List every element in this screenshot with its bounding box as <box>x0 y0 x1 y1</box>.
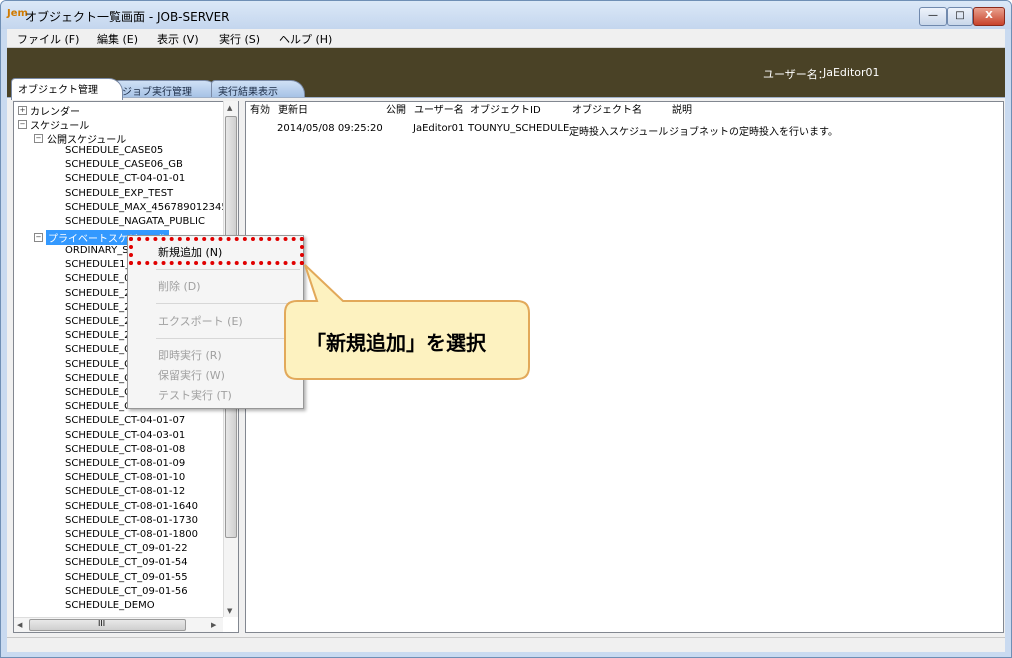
minimize-button[interactable]: — <box>919 7 947 26</box>
column-header-object-id[interactable]: オブジェクトID <box>466 102 569 119</box>
cell-object-name: 定時投入スケジュール <box>569 127 669 138</box>
tree-item-label: SCHEDULE_C <box>65 372 132 384</box>
tree-item-label: SCHEDULE_CASE05 <box>65 145 164 156</box>
tree-item-label: SCHEDULE_CT-08-01-1730 <box>65 514 198 526</box>
menu-separator <box>156 269 300 270</box>
column-header-enabled[interactable]: 有効 <box>246 102 275 119</box>
app-logo-icon: Jem <box>7 8 28 19</box>
tree-item-label: ORDINARY_S <box>65 245 129 256</box>
tree-item-label: SCHEDULE_2 <box>65 287 131 299</box>
tree-item-label: SCHEDULE_CASE06_GB <box>65 159 183 171</box>
expand-icon[interactable]: + <box>18 106 27 115</box>
user-name-label: ユーザー名： <box>763 68 829 81</box>
tree-item-label: SCHEDULE_CT-08-01-12 <box>65 486 186 498</box>
tree-item-label: SCHEDULE_C <box>65 387 132 398</box>
tree-horizontal-scroll-thumb[interactable]: III <box>29 619 186 631</box>
menu-item-test-run[interactable]: テスト実行 (T) <box>158 387 232 403</box>
tree-item-label: SCHEDULE_CT-08-01-08 <box>65 443 186 455</box>
menu-help[interactable]: ヘルプ (H) <box>279 31 332 47</box>
tree-item-label: SCHEDULE1_ <box>65 259 131 271</box>
menu-bar: ファイル (F) 編集 (E) 表示 (V) 実行 (S) ヘルプ (H) <box>7 29 1005 48</box>
column-header-updated[interactable]: 更新日 <box>274 102 383 119</box>
tree-item-label: SCHEDULE_0 <box>65 273 131 285</box>
callout-text: 「新規追加」を選択 <box>306 331 486 355</box>
tree-item-label: SCHEDULE_CT-08-01-1640 <box>65 500 198 512</box>
tab-object-management[interactable]: オブジェクト管理 <box>11 78 123 100</box>
tree-item-label: SCHEDULE_2 <box>65 316 131 327</box>
menu-separator <box>156 303 300 304</box>
tree-item-label: SCHEDULE_CT_09-01-56 <box>65 585 188 597</box>
tree-item-label: SCHEDULE_CT-08-01-1800 <box>65 529 198 540</box>
column-header-public[interactable]: 公開 <box>382 102 411 119</box>
tree-item-label: SCHEDULE_CT-04-03-01 <box>65 429 186 441</box>
app-window: Jem オブジェクト一覧画面 - JOB-SERVER — □ X ファイル (… <box>0 0 1012 658</box>
tree-item-label: SCHEDULE_NAGATA_PUBLIC <box>65 216 205 227</box>
tree-item-label: SCHEDULE_CT-04-01-01 <box>65 173 186 185</box>
tree-item-label: SCHEDULE_CT-08-01-09 <box>65 458 186 469</box>
cell-object-id: TOUNYU_SCHEDULE <box>468 123 570 134</box>
window-title: オブジェクト一覧画面 - JOB-SERVER <box>25 10 230 24</box>
menu-separator <box>156 338 300 339</box>
tree-item-label: SCHEDULE_C <box>65 344 132 356</box>
menu-item-hold-run[interactable]: 保留実行 (W) <box>158 367 225 383</box>
cell-description: ジョブネットの定時投入を行います。 <box>669 127 838 138</box>
maximize-button[interactable]: □ <box>947 7 973 26</box>
cell-updated: 2014/05/08 09:25:20 <box>277 123 383 134</box>
tree-item-label: SCHEDULE_EXP_TEST <box>65 187 174 199</box>
collapse-icon[interactable]: − <box>18 120 27 129</box>
status-bar <box>7 637 1005 652</box>
title-bar: Jem オブジェクト一覧画面 - JOB-SERVER — □ X <box>1 1 1011 29</box>
tree-item-label: SCHEDULE_CT_09-01-55 <box>65 571 188 583</box>
menu-run[interactable]: 実行 (S) <box>219 31 260 47</box>
menu-edit[interactable]: 編集 (E) <box>97 31 138 47</box>
tree-item-label: SCHEDULE_CT_09-01-22 <box>65 543 188 555</box>
callout-bubble <box>284 264 530 380</box>
column-header-user[interactable]: ユーザー名 <box>410 102 467 119</box>
menu-item-run-now[interactable]: 即時実行 (R) <box>158 347 222 363</box>
collapse-icon[interactable]: − <box>34 233 43 242</box>
close-button[interactable]: X <box>973 7 1005 26</box>
cell-user: JaEditor01 <box>413 123 465 134</box>
tree-item-label: SCHEDULE_C <box>65 358 132 370</box>
highlight-box <box>129 237 304 265</box>
tree-item-label: SCHEDULE_CT_09-01-54 <box>65 557 188 569</box>
column-header-object-name[interactable]: オブジェクト名 <box>568 102 669 119</box>
collapse-icon[interactable]: − <box>34 134 43 143</box>
column-header-description[interactable]: 説明 <box>668 102 872 119</box>
scroll-left-icon[interactable]: ◀ <box>17 621 22 629</box>
scroll-down-icon[interactable]: ▼ <box>227 607 232 615</box>
tree-item-label: SCHEDULE_2 <box>65 330 131 342</box>
tree-item-label: SCHEDULE_MAX_4567890123456 <box>65 201 235 213</box>
scroll-up-icon[interactable]: ▲ <box>227 104 232 112</box>
scroll-right-icon[interactable]: ▶ <box>211 621 216 629</box>
menu-item-export[interactable]: エクスポート (E) <box>158 313 243 329</box>
menu-file[interactable]: ファイル (F) <box>17 31 79 47</box>
menu-item-delete[interactable]: 削除 (D) <box>158 278 201 294</box>
tree-item-label: SCHEDULE_2 <box>65 301 131 313</box>
user-name-value: JaEditor01 <box>823 66 880 79</box>
tree-item-label: SCHEDULE_DEMO <box>65 600 155 611</box>
scroll-grip-icon: III <box>98 619 106 628</box>
tree-item-label: SCHEDULE_CT-04-01-07 <box>65 415 186 427</box>
tree-item-label: SCHEDULE_CT-08-01-10 <box>65 472 186 484</box>
menu-view[interactable]: 表示 (V) <box>157 31 199 47</box>
